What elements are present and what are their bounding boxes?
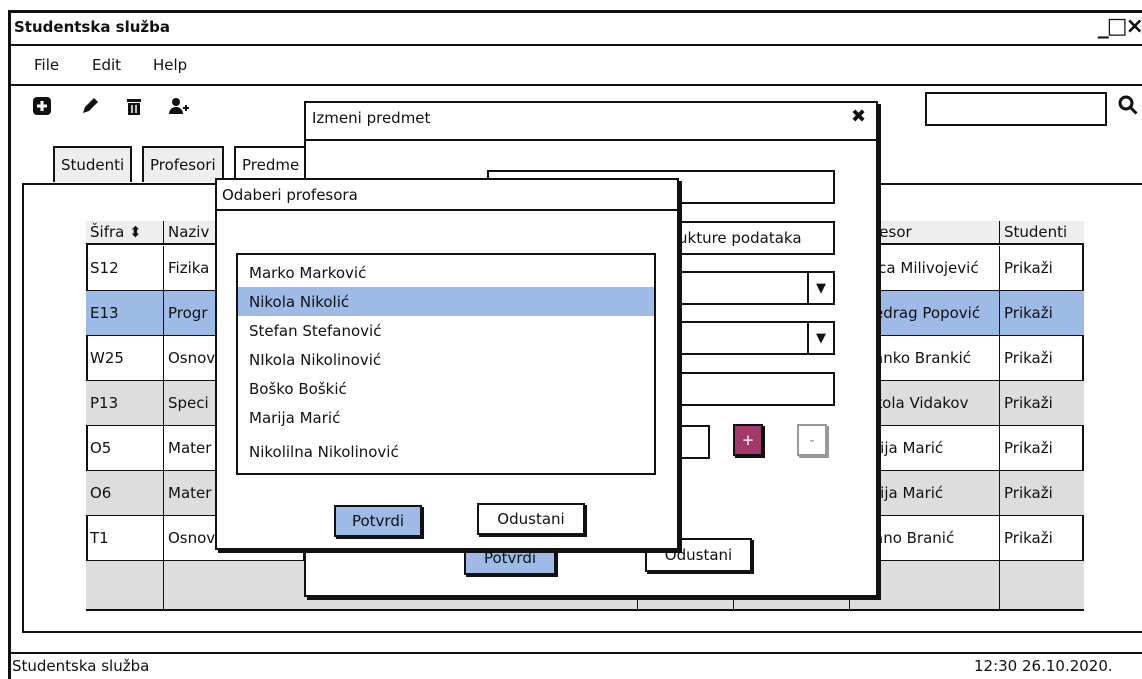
divider	[215, 209, 679, 211]
professor-list[interactable]: Marko Marković Nikola Nikolić Stefan Ste…	[236, 253, 656, 475]
list-item[interactable]: NIkola Nikolinović	[238, 345, 654, 374]
cell-students-link[interactable]: Prikaži	[1000, 426, 1084, 470]
cell-code: T1	[86, 516, 164, 560]
list-item[interactable]: Marija Marić	[238, 403, 654, 432]
cell-students-link[interactable]: Prikaži	[1000, 381, 1084, 425]
search-icon[interactable]	[1117, 94, 1139, 122]
choose-cancel-button[interactable]: Odustani	[477, 503, 585, 535]
chevron-down-icon[interactable]: ▼	[807, 273, 833, 303]
menu-help[interactable]: Help	[153, 56, 187, 74]
edit-dialog-title: Izmeni predmet	[312, 109, 431, 127]
search-input[interactable]	[925, 92, 1107, 126]
tab-studenti[interactable]: Studenti	[53, 146, 133, 182]
edit-field-2[interactable]: ukture podataka	[668, 221, 835, 255]
menu-edit[interactable]: Edit	[92, 56, 121, 74]
cell-code: W25	[86, 336, 164, 380]
header-studenti[interactable]: Studenti	[1000, 221, 1084, 243]
header-profesor[interactable]: fesor	[870, 221, 1000, 243]
header-sifra[interactable]: Šifra ⬍	[86, 221, 164, 243]
menu-file[interactable]: File	[34, 56, 59, 74]
cell-professor: rija Marić	[870, 426, 1000, 470]
cell-professor: kola Vidakov	[870, 381, 1000, 425]
list-item[interactable]: Marko Marković	[238, 258, 654, 287]
tab-profesori[interactable]: Profesori	[142, 146, 224, 182]
add-professor-button[interactable]: +	[733, 424, 763, 456]
window-controls[interactable]: _□×	[1098, 14, 1142, 39]
cell-code: S12	[86, 246, 164, 290]
cell-students-link[interactable]: Prikaži	[1000, 336, 1084, 380]
list-item[interactable]: Stefan Stefanović	[238, 316, 654, 345]
cell-empty	[86, 561, 164, 609]
cell-code: O6	[86, 471, 164, 515]
status-bar-divider	[10, 652, 1142, 654]
cell-code: E13	[86, 291, 164, 335]
cell-students-link[interactable]: Prikaži	[1000, 516, 1084, 560]
cell-professor: anko Brankić	[870, 336, 1000, 380]
cell-professor: ano Branić	[870, 516, 1000, 560]
edit-combo-1[interactable]: ▼	[668, 271, 835, 305]
add-user-icon[interactable]	[168, 96, 190, 122]
tab-predmeti[interactable]: Predme	[234, 146, 308, 182]
choose-dialog-title: Odaberi profesora	[222, 186, 358, 204]
edit-field-2-value: ukture podataka	[678, 229, 802, 247]
list-item[interactable]: Boško Boškić	[238, 374, 654, 403]
cell-professor: ica Milivojević	[870, 246, 1000, 290]
chevron-down-icon[interactable]: ▼	[807, 323, 833, 353]
status-app-name: Studentska služba	[12, 657, 150, 675]
list-item-selected[interactable]: Nikola Nikolić	[238, 287, 654, 316]
list-item[interactable]: Nikolilna Nikolinović	[238, 437, 654, 466]
trash-icon[interactable]	[124, 96, 144, 122]
title-bar	[10, 12, 1142, 46]
plus-square-icon[interactable]	[32, 96, 52, 122]
cell-professor: edrag Popović	[870, 291, 1000, 335]
cell-code: O5	[86, 426, 164, 470]
status-datetime: 12:30 26.10.2020.	[974, 657, 1113, 675]
cell-code: P13	[86, 381, 164, 425]
window-title: Studentska služba	[14, 18, 170, 36]
cell-professor: rija Marić	[870, 471, 1000, 515]
edit-field-3[interactable]	[668, 372, 835, 406]
edit-combo-2[interactable]: ▼	[668, 321, 835, 355]
cell-students-link[interactable]: Prikaži	[1000, 291, 1084, 335]
pencil-icon[interactable]	[80, 96, 100, 122]
remove-professor-button[interactable]: -	[797, 424, 827, 456]
cell-students-link[interactable]: Prikaži	[1000, 471, 1084, 515]
close-icon[interactable]: ✖	[851, 106, 866, 127]
cell-students-link[interactable]: Prikaži	[1000, 246, 1084, 290]
divider	[304, 139, 878, 141]
choose-confirm-button[interactable]: Potvrdi	[334, 505, 422, 537]
